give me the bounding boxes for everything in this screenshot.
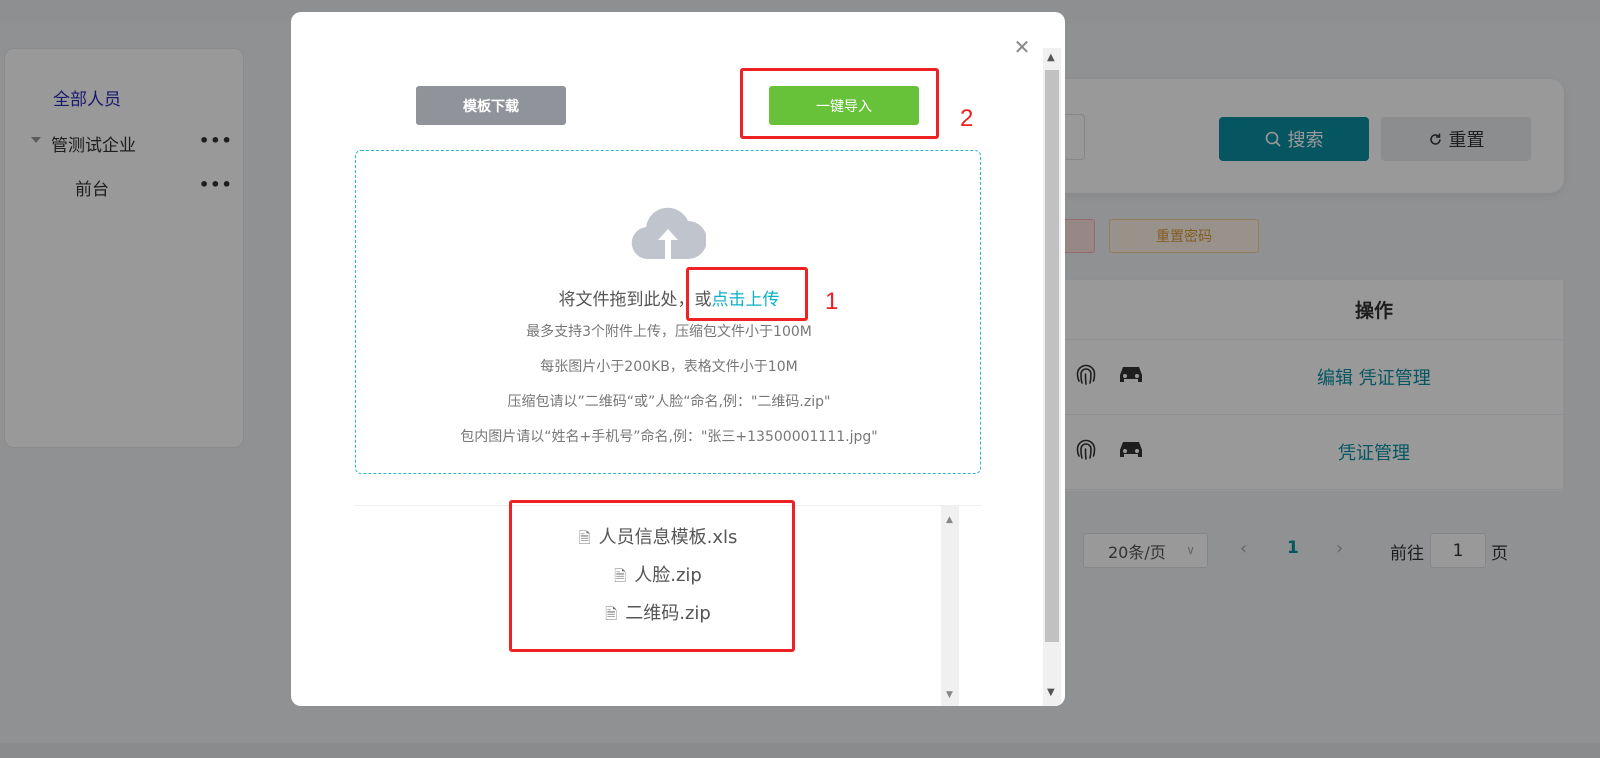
annotation-box-import: [740, 68, 939, 139]
annotation-box-upload: [686, 267, 808, 321]
upload-tip: 每张图片小于200KB，表格文件小于10M: [540, 359, 798, 375]
scroll-down-icon[interactable]: ▼: [946, 690, 953, 700]
file-list-scrollbar[interactable]: ▲ ▼: [941, 505, 959, 706]
upload-tip: 压缩包请以”二维码“或”人脸“命名,例："二维码.zip": [507, 394, 831, 410]
upload-tip: 最多支持3个附件上传，压缩包文件小于100M: [526, 324, 812, 340]
drop-text: 将文件拖到此处，或点击上传: [356, 285, 982, 310]
upload-dropzone[interactable]: 将文件拖到此处，或点击上传 最多支持3个附件上传，压缩包文件小于100M 每张图…: [355, 150, 981, 474]
scroll-up-icon[interactable]: ▲: [1047, 52, 1055, 63]
upload-tip: 包内图片请以“姓名+手机号”命名,例："张三+13500001111.jpg": [460, 429, 878, 445]
template-download-button[interactable]: 模板下载: [416, 86, 566, 125]
annotation-number: 2: [960, 105, 974, 132]
scrollbar-thumb[interactable]: [1045, 70, 1059, 642]
scroll-down-icon[interactable]: ▼: [1047, 687, 1055, 698]
annotation-box-files: [509, 500, 795, 652]
cloud-upload-icon: [631, 207, 706, 260]
annotation-number: 1: [825, 288, 839, 315]
scroll-up-icon[interactable]: ▲: [946, 515, 953, 525]
close-icon[interactable]: ✕: [1011, 36, 1033, 58]
dialog-scrollbar[interactable]: ▲ ▼: [1043, 48, 1061, 706]
